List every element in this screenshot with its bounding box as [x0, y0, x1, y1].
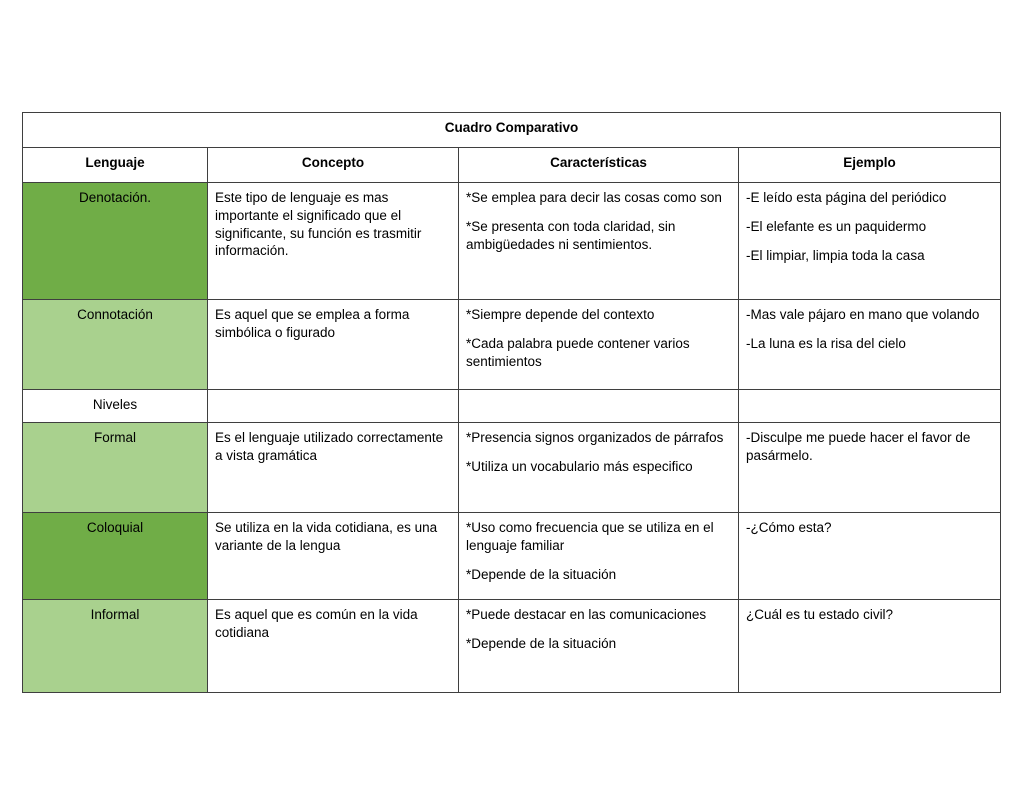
cell-paragraph: ¿Cuál es tu estado civil? [746, 607, 894, 622]
table-row: Coloquial Se utiliza en la vida cotidian… [22, 512, 1002, 600]
cell-paragraph: -¿Cómo esta? [746, 520, 832, 535]
table-title: Cuadro Comparativo [21, 112, 1002, 148]
table-row: Connotación Es aquel que se emplea a for… [22, 299, 1002, 390]
cell-ejemplo-niveles [737, 389, 1002, 423]
cell-paragraph: *Depende de la situación [466, 635, 617, 651]
cell-paragraph: *Se presenta con toda claridad, sin ambi… [466, 218, 676, 252]
cell-paragraph: -La luna es la risa del cielo [746, 335, 906, 351]
cell-paragraph: *Uso como frecuencia que se utiliza en e… [466, 520, 714, 553]
row-label-denotacion: Denotación. [22, 182, 208, 300]
cell-concepto-denotacion: Este tipo de lenguaje es mas importante … [207, 182, 459, 300]
cell-ejemplo-informal: ¿Cuál es tu estado civil? [737, 599, 1002, 693]
cell-caracteristicas-formal: *Presencia signos organizados de párrafo… [458, 422, 739, 513]
table-row-divider: Niveles [22, 389, 1002, 423]
column-header-lenguaje: Lenguaje [22, 147, 208, 183]
table-row: Informal Es aquel que es común en la vid… [22, 599, 1002, 693]
cell-caracteristicas-informal: *Puede destacar en las comunicaciones *De… [458, 599, 739, 693]
cell-paragraph: -Mas vale pájaro en mano que volando [746, 307, 980, 322]
cell-caracteristicas-connotacion: *Siempre depende del contexto *Cada palab… [458, 299, 739, 390]
cell-paragraph: *Siempre depende del contexto [466, 307, 655, 322]
cell-ejemplo-coloquial: -¿Cómo esta? [737, 512, 1002, 600]
row-label-niveles: Niveles [22, 389, 208, 423]
cell-paragraph: *Puede destacar en las comunicaciones [466, 607, 707, 622]
cell-concepto-formal: Es el lenguaje utilizado correctamente a… [207, 422, 459, 513]
cell-concepto-informal: Es aquel que es común en la vida cotidia… [207, 599, 459, 693]
row-label-informal: Informal [22, 599, 208, 693]
page-canvas: Cuadro Comparativo Lenguaje Concepto Car… [0, 0, 1024, 791]
cell-paragraph: Este tipo de lenguaje es mas importante … [215, 190, 422, 259]
cell-caracteristicas-niveles [458, 389, 739, 423]
cell-paragraph: Es aquel que es común en la vida cotidia… [215, 607, 418, 640]
cell-paragraph: *Se emplea para decir las cosas como son [466, 190, 722, 205]
cell-concepto-niveles [207, 389, 459, 423]
cell-paragraph: *Utiliza un vocabulario más especifico [466, 458, 693, 474]
comparative-table-wrapper: Cuadro Comparativo Lenguaje Concepto Car… [21, 112, 1002, 693]
table-title-row: Cuadro Comparativo [21, 112, 1002, 148]
table-row: Denotación. Este tipo de lenguaje es mas… [22, 182, 1002, 300]
cell-paragraph: -E leído esta página del periódico [746, 190, 947, 205]
row-label-coloquial: Coloquial [22, 512, 208, 600]
cell-paragraph: Es aquel que se emplea a forma simbólica… [215, 307, 410, 340]
row-label-connotacion: Connotación [22, 299, 208, 390]
cell-paragraph: -El limpiar, limpia toda la casa [746, 247, 925, 263]
table-row: Formal Es el lenguaje utilizado correcta… [22, 422, 1002, 513]
column-header-ejemplo: Ejemplo [737, 147, 1002, 183]
cell-caracteristicas-coloquial: *Uso como frecuencia que se utiliza en e… [458, 512, 739, 600]
cell-paragraph: Se utiliza en la vida cotidiana, es una … [215, 520, 438, 553]
cell-paragraph: *Presencia signos organizados de párrafo… [466, 430, 724, 445]
cell-paragraph: -El elefante es un paquidermo [746, 218, 927, 234]
cell-ejemplo-connotacion: -Mas vale pájaro en mano que volando -La … [737, 299, 1002, 390]
cell-caracteristicas-denotacion: *Se emplea para decir las cosas como son… [458, 182, 739, 300]
row-label-formal: Formal [22, 422, 208, 513]
cell-paragraph: Es el lenguaje utilizado correctamente a… [215, 430, 444, 463]
table-header-row: Lenguaje Concepto Características Ejempl… [22, 147, 1002, 183]
cell-paragraph: *Cada palabra puede contener varios sent… [466, 335, 690, 369]
column-header-concepto: Concepto [207, 147, 459, 183]
comparative-table: Cuadro Comparativo Lenguaje Concepto Car… [21, 112, 1002, 693]
column-header-caracteristicas: Características [458, 147, 739, 183]
cell-concepto-coloquial: Se utiliza en la vida cotidiana, es una … [207, 512, 459, 600]
cell-concepto-connotacion: Es aquel que se emplea a forma simbólica… [207, 299, 459, 390]
cell-ejemplo-denotacion: -E leído esta página del periódico -El el… [737, 182, 1002, 300]
cell-paragraph: *Depende de la situación [466, 566, 617, 582]
cell-ejemplo-formal: -Disculpe me puede hacer el favor de pas… [737, 422, 1002, 513]
cell-paragraph: -Disculpe me puede hacer el favor de pas… [746, 430, 971, 463]
